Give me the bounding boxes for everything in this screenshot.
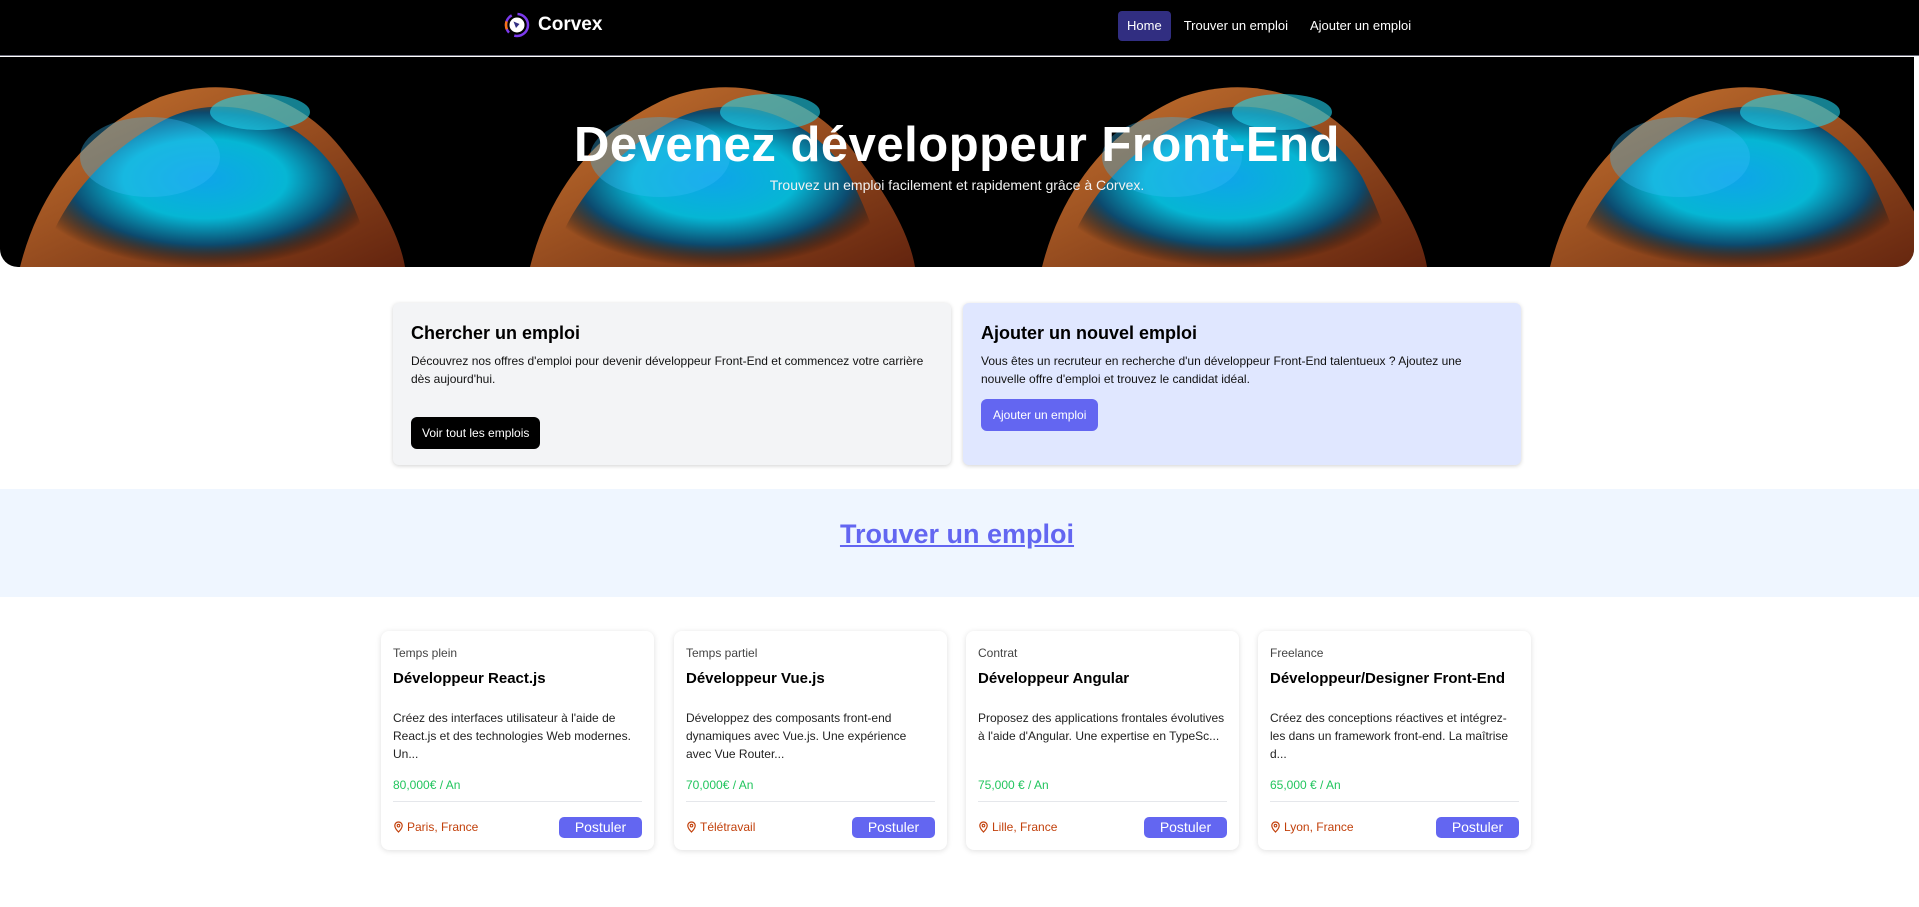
divider — [978, 801, 1227, 802]
job-card: Temps partiel Développeur Vue.js Dévelop… — [674, 631, 947, 850]
map-pin-icon — [1271, 821, 1280, 833]
map-pin-icon — [394, 821, 403, 833]
brand-name: Corvex — [538, 14, 603, 35]
apply-button[interactable]: Postuler — [559, 817, 642, 838]
nav-link-find-job[interactable]: Trouver un emploi — [1175, 11, 1297, 41]
apply-button[interactable]: Postuler — [1144, 817, 1227, 838]
top-navbar: Corvex Home Trouver un emploi Ajouter un… — [0, 0, 1919, 56]
job-description: Proposez des applications frontales évol… — [978, 711, 1225, 743]
job-salary: 70,000€ / An — [686, 778, 754, 792]
add-job-title: Ajouter un nouvel emploi — [981, 323, 1198, 343]
hero-banner: Devenez développeur Front-End Trouvez un… — [0, 57, 1914, 267]
job-title: Développeur React.js — [393, 670, 546, 687]
job-type: Temps plein — [393, 646, 458, 660]
add-job-card: Ajouter un nouvel emploi Vous êtes un re… — [963, 303, 1521, 465]
job-description: Développez des composants front-end dyna… — [686, 711, 907, 761]
job-location: Lyon, France — [1270, 820, 1354, 834]
job-description: Créez des conceptions réactives et intég… — [1270, 711, 1509, 761]
job-location-text: Lyon, France — [1284, 820, 1354, 834]
job-location-text: Télétravail — [700, 820, 756, 834]
job-description: Créez des interfaces utilisateur à l'aid… — [393, 711, 631, 761]
job-type: Contrat — [978, 646, 1018, 660]
find-job-section: Trouver un emploi — [0, 489, 1919, 597]
job-title: Développeur Vue.js — [686, 670, 825, 687]
hero-subtitle: Trouvez un emploi facilement et rapideme… — [769, 177, 1145, 193]
job-location: Paris, France — [393, 820, 478, 834]
divider — [393, 801, 642, 802]
find-job-heading-link[interactable]: Trouver un emploi — [0, 519, 1914, 550]
add-job-text: Vous êtes un recruteur en recherche d'un… — [981, 354, 1462, 386]
job-salary: 75,000 € / An — [978, 778, 1049, 792]
nav-link-home[interactable]: Home — [1118, 11, 1171, 41]
job-salary: 80,000€ / An — [393, 778, 461, 792]
job-location: Télétravail — [686, 820, 755, 834]
job-location: Lille, France — [978, 820, 1057, 834]
brand[interactable]: Corvex — [504, 12, 602, 38]
divider — [686, 801, 935, 802]
hero-title: Devenez développeur Front-End — [574, 118, 1340, 172]
search-job-title: Chercher un emploi — [411, 323, 581, 343]
job-location-text: Paris, France — [407, 820, 479, 834]
job-type: Temps partiel — [686, 646, 758, 660]
job-type: Freelance — [1270, 646, 1324, 660]
job-card: Temps plein Développeur React.js Créez d… — [381, 631, 654, 850]
job-salary: 65,000 € / An — [1270, 778, 1341, 792]
job-location-text: Lille, France — [992, 820, 1058, 834]
job-title: Développeur/Designer Front-End — [1270, 670, 1506, 687]
add-job-button[interactable]: Ajouter un emploi — [981, 399, 1099, 431]
apply-button[interactable]: Postuler — [1436, 817, 1519, 838]
view-all-jobs-button[interactable]: Voir tout les emplois — [411, 417, 541, 449]
corvex-logo-icon — [504, 12, 530, 38]
nav-link-add-job[interactable]: Ajouter un emploi — [1301, 11, 1420, 41]
map-pin-icon — [979, 821, 988, 833]
job-card: Contrat Développeur Angular Proposez des… — [966, 631, 1239, 850]
search-job-text: Découvrez nos offres d'emploi pour deven… — [411, 354, 924, 386]
job-card: Freelance Développeur/Designer Front-End… — [1258, 631, 1531, 850]
search-job-card: Chercher un emploi Découvrez nos offres … — [393, 303, 951, 465]
nav-links: Home Trouver un emploi Ajouter un emploi — [1118, 11, 1420, 41]
apply-button[interactable]: Postuler — [852, 817, 935, 838]
divider — [1270, 801, 1519, 802]
job-title: Développeur Angular — [978, 670, 1130, 687]
map-pin-icon — [687, 821, 696, 833]
